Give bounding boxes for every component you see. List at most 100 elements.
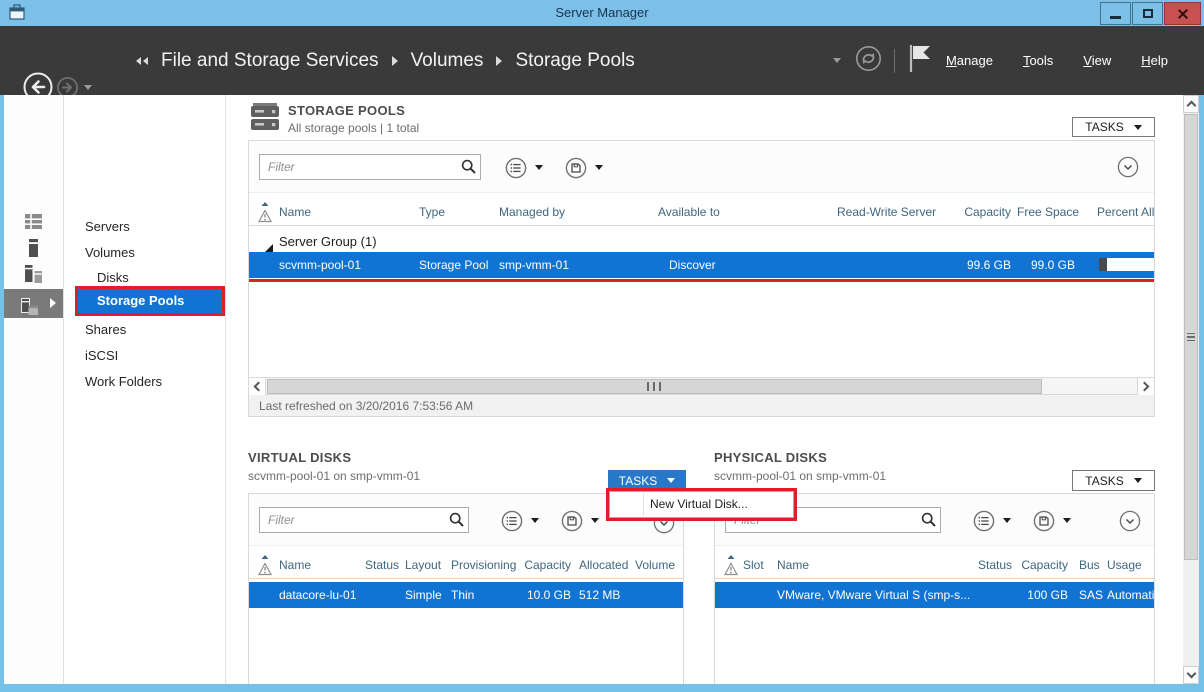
- column-header-allocated[interactable]: Allocated: [579, 551, 628, 579]
- chevron-down-icon: [1186, 669, 1196, 679]
- sidebar-item-dashboard[interactable]: [4, 211, 63, 237]
- title-bar: Server Manager: [0, 0, 1204, 26]
- window-border-right: [1199, 95, 1204, 684]
- column-header-capacity[interactable]: Capacity: [919, 198, 1011, 226]
- sidebar-item-local-server[interactable]: [4, 237, 63, 263]
- column-header-name[interactable]: Name: [777, 551, 809, 579]
- column-header-capacity[interactable]: Capacity: [1010, 551, 1068, 579]
- storage-pools-section-icon: [248, 100, 282, 137]
- sort-warning-icon[interactable]: [257, 554, 273, 582]
- tasks-dropdown-menu: New Virtual Disk...: [609, 491, 794, 518]
- column-header-status[interactable]: Status: [365, 551, 399, 579]
- virtual-disks-panel: Name Status Layout Provisioning Capacity…: [248, 493, 684, 684]
- storage-pools-tasks-button[interactable]: TASKS: [1072, 117, 1155, 137]
- column-header-status[interactable]: Status: [978, 551, 1012, 579]
- horizontal-scroll-thumb[interactable]: [267, 379, 1042, 394]
- refresh-button[interactable]: [855, 45, 882, 77]
- save-query-button[interactable]: [1033, 510, 1055, 537]
- notifications-flag-button[interactable]: [907, 43, 932, 79]
- save-query-button[interactable]: [565, 157, 587, 184]
- sidebar-item-file-storage-selected[interactable]: [4, 289, 63, 318]
- pane-divider: [225, 95, 226, 684]
- breadcrumb-storage-pools[interactable]: Storage Pools: [515, 50, 634, 72]
- vertical-scroll-thumb[interactable]: [1184, 114, 1198, 560]
- storage-pool-row[interactable]: scvmm-pool-01 Storage Pool smp-vmm-01 Di…: [249, 252, 1154, 278]
- sidebar-item-servers[interactable]: Servers: [64, 214, 225, 240]
- virtual-disk-row[interactable]: datacore-lu-01 Simple Thin 10.0 GB 512 M…: [249, 582, 683, 608]
- pdisk-capacity: 100 GB: [1010, 582, 1068, 608]
- filter-criteria-button[interactable]: [505, 157, 527, 184]
- column-header-free-space[interactable]: Free Space: [1017, 198, 1079, 226]
- virtual-disks-header-row: Name Status Layout Provisioning Capacity…: [249, 551, 683, 579]
- storage-pools-filter-input[interactable]: [259, 154, 481, 180]
- column-header-volume[interactable]: Volume: [635, 551, 675, 579]
- filter-criteria-button[interactable]: [501, 510, 523, 537]
- scroll-right-button[interactable]: [1137, 378, 1154, 395]
- sidebar-item-work-folders[interactable]: Work Folders: [64, 369, 225, 395]
- scroll-up-button[interactable]: [1183, 95, 1199, 113]
- save-query-caret-icon[interactable]: [1063, 518, 1071, 523]
- pool-managed-by: smp-vmm-01: [499, 252, 569, 278]
- crumb-dropdown-caret-icon[interactable]: [833, 58, 841, 63]
- column-header-provisioning[interactable]: Provisioning: [451, 551, 516, 579]
- sidebar-item-iscsi[interactable]: iSCSI: [64, 343, 225, 369]
- breadcrumb-collapse-icon[interactable]: [136, 57, 148, 65]
- filter-criteria-caret-icon[interactable]: [531, 518, 539, 523]
- menu-manage[interactable]: Manage: [946, 53, 993, 68]
- menu-tools[interactable]: Tools: [1023, 53, 1053, 68]
- physical-disk-row[interactable]: VMware, VMware Virtual S (smp-s... 100 G…: [715, 582, 1154, 608]
- local-server-icon: [29, 239, 38, 262]
- tasks-label: TASKS: [1085, 474, 1123, 488]
- horizontal-scrollbar[interactable]: [249, 377, 1154, 395]
- column-header-bus[interactable]: Bus: [1079, 551, 1100, 579]
- pool-available-to: Discover: [669, 252, 716, 278]
- column-header-available-to[interactable]: Available to: [658, 198, 720, 226]
- server-group-row[interactable]: Server Group (1): [249, 230, 1154, 253]
- storage-pools-subtitle: All storage pools | 1 total: [288, 121, 419, 135]
- breadcrumb-root[interactable]: File and Storage Services: [161, 50, 379, 72]
- breadcrumb-volumes[interactable]: Volumes: [411, 50, 484, 72]
- chevron-up-icon: [1186, 101, 1196, 111]
- virtual-disks-title: VIRTUAL DISKS: [248, 450, 351, 465]
- menu-view[interactable]: View: [1083, 53, 1111, 68]
- collapse-panel-chevron-button[interactable]: [1117, 156, 1139, 183]
- sidebar-item-storage-pools[interactable]: Storage Pools: [78, 289, 222, 313]
- save-query-button[interactable]: [561, 510, 583, 537]
- sidebar-item-all-servers[interactable]: [4, 263, 63, 289]
- collapse-panel-chevron-button[interactable]: [1119, 510, 1141, 537]
- breadcrumb-separator-icon: [496, 56, 502, 66]
- virtual-disks-filter-input[interactable]: [259, 507, 469, 533]
- sidebar-item-volumes[interactable]: Volumes: [64, 240, 225, 266]
- column-header-type[interactable]: Type: [419, 198, 445, 226]
- sort-warning-icon[interactable]: [723, 554, 739, 582]
- scroll-left-button[interactable]: [249, 378, 266, 395]
- module-icon-strip: [4, 95, 63, 684]
- storage-pools-header-row: Name Type Managed by Available to Read-W…: [249, 198, 1154, 226]
- filter-criteria-caret-icon[interactable]: [535, 165, 543, 170]
- column-header-slot[interactable]: Slot: [743, 551, 764, 579]
- column-header-name[interactable]: Name: [279, 551, 311, 579]
- column-header-capacity[interactable]: Capacity: [517, 551, 571, 579]
- column-header-usage[interactable]: Usage: [1107, 551, 1142, 579]
- maximize-button[interactable]: [1132, 2, 1163, 25]
- selected-module-arrow-icon: [50, 298, 56, 308]
- column-header-name[interactable]: Name: [279, 198, 311, 226]
- history-dropdown-caret-icon[interactable]: [84, 85, 92, 90]
- sort-warning-icon[interactable]: [257, 201, 273, 229]
- vertical-scrollbar[interactable]: [1183, 95, 1199, 684]
- physical-disks-tasks-button[interactable]: TASKS: [1072, 470, 1155, 491]
- scroll-down-button[interactable]: [1183, 666, 1199, 684]
- column-header-managed-by[interactable]: Managed by: [499, 198, 565, 226]
- menu-item-new-virtual-disk[interactable]: New Virtual Disk...: [650, 492, 748, 517]
- filter-criteria-caret-icon[interactable]: [1003, 518, 1011, 523]
- menu-help[interactable]: Help: [1141, 53, 1168, 68]
- column-header-percent-allocated[interactable]: Percent Allocated: [1097, 198, 1155, 226]
- column-header-layout[interactable]: Layout: [405, 551, 441, 579]
- minimize-button[interactable]: [1100, 2, 1131, 25]
- save-query-caret-icon[interactable]: [591, 518, 599, 523]
- filter-criteria-button[interactable]: [973, 510, 995, 537]
- sidebar-item-shares[interactable]: Shares: [64, 317, 225, 343]
- save-query-caret-icon[interactable]: [595, 165, 603, 170]
- pdisk-name: VMware, VMware Virtual S (smp-s...: [777, 582, 970, 608]
- close-button[interactable]: [1164, 2, 1201, 25]
